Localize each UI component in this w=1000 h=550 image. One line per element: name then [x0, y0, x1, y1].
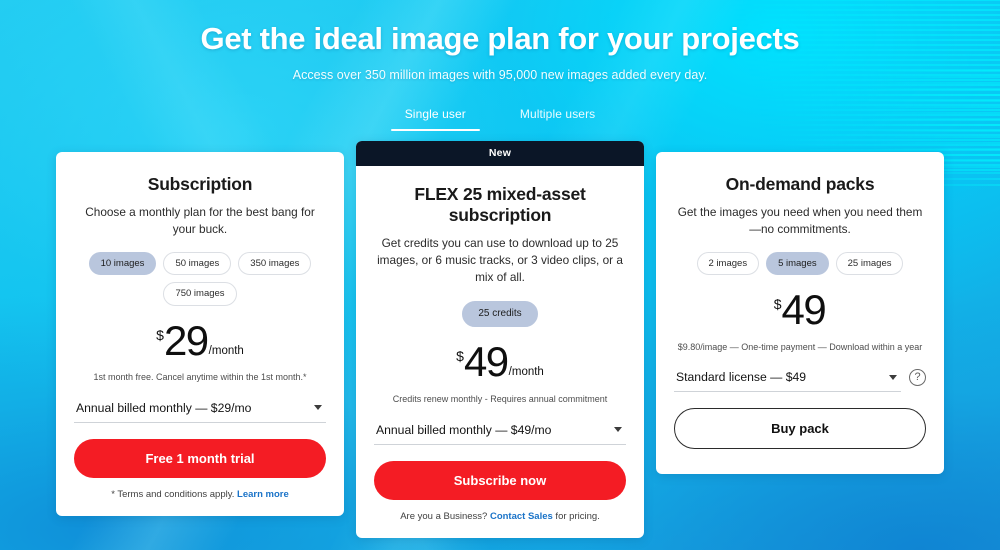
business-note-suffix: for pricing. — [552, 510, 600, 522]
billing-select-flex25-value: Annual billed monthly — $49/mo — [376, 422, 552, 437]
pill-750-images-label: 750 images — [175, 288, 225, 300]
price-period-flex25: /month — [508, 366, 544, 379]
page-subtitle: Access over 350 million images with 95,0… — [292, 68, 708, 83]
pricing-cards: Subscription Choose a monthly plan for t… — [0, 141, 1000, 538]
license-select-on-demand-value: Standard license — $49 — [676, 370, 807, 385]
price-on-demand: $ 49 — [773, 286, 827, 334]
pill-350-images[interactable]: 350 images — [238, 251, 312, 276]
price-currency-subscription: $ — [156, 326, 164, 343]
pill-2-images-label: 2 images — [708, 257, 748, 269]
pill-2-images[interactable]: 2 images — [696, 251, 760, 276]
tab-multiple-users[interactable]: Multiple users — [506, 104, 609, 131]
card-body-flex25: FLEX 25 mixed-asset subscription Get cre… — [356, 166, 644, 538]
learn-more-link[interactable]: Learn more — [237, 489, 289, 500]
price-amount-subscription: 29 — [163, 316, 209, 364]
terms-note-subscription: * Terms and conditions apply. Learn more — [111, 489, 289, 500]
billing-select-flex25[interactable]: Annual billed monthly — $49/mo — [374, 420, 626, 445]
subscribe-now-button[interactable]: Subscribe now — [374, 460, 626, 500]
pricing-card-flex25: New FLEX 25 mixed-asset subscription Get… — [356, 141, 644, 538]
pill-350-images-label: 350 images — [250, 257, 300, 269]
plan-audience-tabs: Single user Multiple users — [0, 104, 1000, 132]
pill-5-images-label: 5 images — [778, 257, 817, 269]
terms-note-text: * Terms and conditions apply. — [111, 488, 238, 500]
chevron-down-icon — [314, 405, 322, 411]
card-description-on-demand: Get the images you need when you need th… — [677, 205, 923, 236]
card-title-flex25: FLEX 25 mixed-asset subscription — [414, 184, 586, 226]
page-title: Get the ideal image plan for your projec… — [200, 21, 800, 56]
pill-25-credits[interactable]: 25 credits — [462, 301, 538, 328]
tab-single-user-label: Single user — [404, 107, 466, 122]
pill-10-images[interactable]: 10 images — [88, 251, 157, 276]
quantity-pills-subscription: 10 images 50 images 350 images 750 image… — [74, 251, 326, 306]
pricing-card-on-demand: On-demand packs Get the images you need … — [656, 152, 944, 475]
price-currency-on-demand: $ — [773, 296, 782, 313]
card-description-subscription: Choose a monthly plan for the best bang … — [85, 205, 315, 236]
new-badge: New — [356, 141, 644, 167]
pill-750-images[interactable]: 750 images — [163, 282, 237, 306]
free-trial-button[interactable]: Free 1 month trial — [74, 438, 326, 478]
billing-select-row-subscription: Annual billed monthly — $29/mo — [74, 398, 326, 423]
fineprint-subscription: 1st month free. Cancel anytime within th… — [93, 372, 307, 383]
business-note-prefix: Are you a Business? — [400, 510, 490, 522]
price-period-subscription: /month — [208, 344, 244, 357]
price-amount-on-demand: 49 — [781, 286, 827, 334]
billing-select-subscription-value: Annual billed monthly — $29/mo — [76, 400, 252, 415]
pill-50-images-label: 50 images — [175, 257, 220, 269]
billing-select-row-flex25: Annual billed monthly — $49/mo — [374, 420, 626, 445]
quantity-pills-on-demand: 2 images 5 images 25 images — [696, 251, 904, 276]
tab-multiple-users-label: Multiple users — [519, 107, 596, 122]
pill-25-images-label: 25 images — [847, 257, 892, 269]
fineprint-on-demand: $9.80/image — One-time payment — Downloa… — [677, 341, 923, 352]
hero-section: Get the ideal image plan for your projec… — [0, 0, 1000, 82]
pricing-page: Get the ideal image plan for your projec… — [0, 0, 1000, 550]
billing-select-subscription[interactable]: Annual billed monthly — $29/mo — [74, 398, 326, 423]
price-subscription: $ 29 /month — [156, 316, 244, 364]
pill-10-images-label: 10 images — [100, 257, 145, 269]
license-select-on-demand[interactable]: Standard license — $49 — [674, 367, 901, 393]
pill-25-credits-label: 25 credits — [478, 308, 522, 320]
quantity-pills-flex25: 25 credits — [462, 301, 538, 328]
pill-5-images[interactable]: 5 images — [766, 251, 829, 276]
business-note-flex25: Are you a Business? Contact Sales for pr… — [400, 511, 600, 522]
buy-pack-button[interactable]: Buy pack — [674, 408, 926, 450]
chevron-down-icon — [614, 427, 622, 433]
help-icon[interactable]: ? — [909, 369, 926, 387]
card-body-on-demand: On-demand packs Get the images you need … — [656, 152, 944, 474]
contact-sales-link[interactable]: Contact Sales — [490, 511, 553, 522]
card-body-subscription: Subscription Choose a monthly plan for t… — [56, 152, 344, 516]
price-currency-flex25: $ — [456, 348, 464, 365]
license-select-row-on-demand: Standard license — $49 ? — [674, 367, 926, 393]
fineprint-flex25: Credits renew monthly - Requires annual … — [392, 393, 608, 404]
chevron-down-icon — [889, 374, 897, 380]
card-title-on-demand: On-demand packs — [725, 174, 875, 195]
card-title-subscription: Subscription — [147, 174, 253, 195]
price-amount-flex25: 49 — [463, 338, 509, 386]
pill-25-images[interactable]: 25 images — [835, 251, 904, 276]
card-description-flex25: Get credits you can use to download up t… — [377, 236, 623, 284]
tab-single-user[interactable]: Single user — [390, 104, 480, 132]
pill-50-images[interactable]: 50 images — [163, 251, 232, 276]
price-flex25: $ 49 /month — [456, 338, 544, 386]
pricing-card-subscription: Subscription Choose a monthly plan for t… — [56, 152, 344, 516]
